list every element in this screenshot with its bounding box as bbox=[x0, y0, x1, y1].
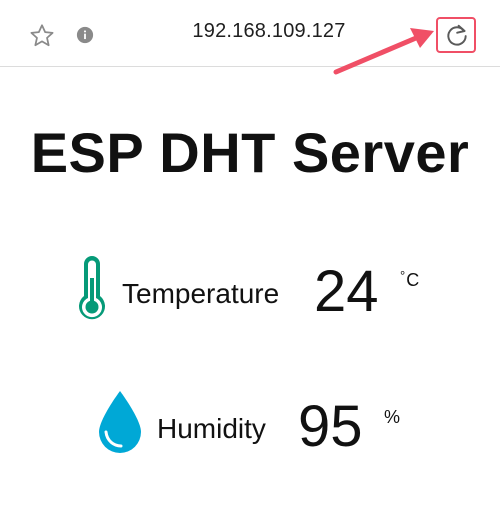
humidity-label: Humidity bbox=[157, 413, 266, 444]
temperature-unit-letter: C bbox=[406, 270, 420, 290]
reload-icon bbox=[447, 24, 467, 46]
water-drop-icon bbox=[99, 391, 141, 453]
humidity-reading: Humidity 95 % bbox=[0, 385, 500, 475]
page-title: ESP DHT Server bbox=[30, 121, 470, 184]
temperature-label: Temperature bbox=[122, 278, 280, 309]
temperature-reading: Temperature 24 °C bbox=[0, 248, 500, 338]
thermometer-icon bbox=[79, 256, 105, 320]
temperature-unit: °C bbox=[400, 268, 420, 291]
temperature-value: 24 bbox=[314, 259, 379, 324]
humidity-unit: % bbox=[384, 407, 401, 427]
reload-button[interactable] bbox=[436, 17, 476, 53]
annotation-arrow bbox=[333, 28, 434, 75]
humidity-value: 95 bbox=[298, 394, 363, 459]
degree-symbol: ° bbox=[400, 268, 406, 283]
